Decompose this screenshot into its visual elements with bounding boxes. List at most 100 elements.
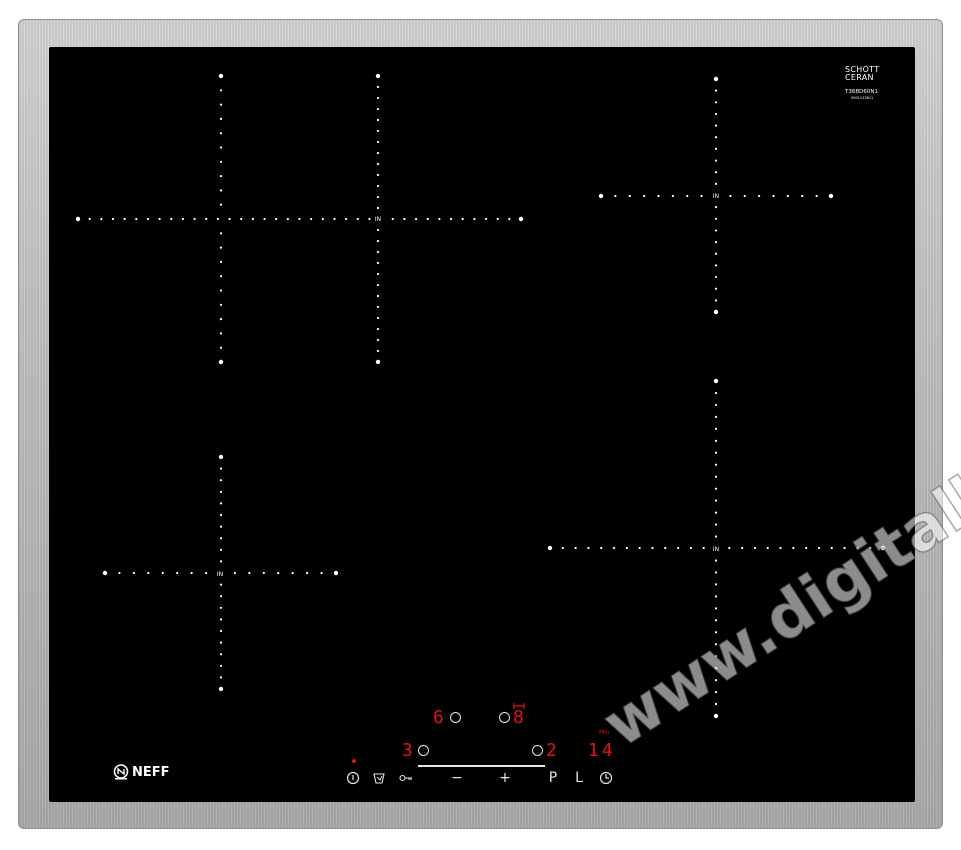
zone-select-front-right[interactable] [532, 745, 543, 756]
zone-dot-bottom-right-v [714, 391, 718, 395]
zone-dot-bottom-right-v [714, 607, 718, 610]
zone-dot-top-left-small [219, 103, 223, 106]
key-lock-icon[interactable] [399, 773, 413, 783]
zone-dot-bottom-left-v [219, 664, 223, 667]
model-number: T36BD60N1 [845, 89, 878, 95]
zone-dot-top-right-v [714, 136, 718, 139]
zone-dot-bottom-right-v [714, 511, 718, 514]
zone-dot-top-right-v [714, 264, 718, 267]
zone-select-front-left[interactable] [450, 712, 461, 723]
zone-dot-top-right-h [786, 194, 789, 198]
zone-dot-top-right-v [714, 217, 718, 220]
zone-dot-bottom-left-v [219, 618, 223, 621]
zone-dot-bottom-right-h [651, 546, 654, 550]
power-level-rear-right: 3 [402, 740, 413, 761]
zone-dot-bottom-right-v [714, 415, 718, 418]
power-level-rear-left: 8 [513, 707, 524, 728]
zone-dot-top-left-h [461, 217, 464, 221]
zone-dot-top-left-h [414, 217, 418, 221]
zone-dot-bottom-right-v [713, 378, 719, 384]
zone-dot-top-left-v [376, 129, 380, 133]
zone-dot-top-left-h [321, 217, 324, 221]
zone-dot-top-left-small [219, 289, 223, 292]
zone-dot-bottom-right-v [714, 655, 718, 658]
zone-dot-bottom-left-h [190, 571, 193, 575]
zone-dot-top-left-small [219, 332, 223, 335]
zone-dot-top-left-v [376, 250, 380, 254]
zone-dot-bottom-right-v [714, 631, 718, 634]
zone-dot-top-right-v [714, 112, 718, 116]
l-button[interactable]: L [573, 771, 585, 785]
neff-emblem-icon [113, 764, 129, 780]
zone-dot-top-left-small [218, 73, 224, 79]
schott-ceran-logo: SCHOTT CERAN [845, 66, 879, 82]
zone-dot-top-right-v [714, 206, 718, 209]
zone-select-rear-left[interactable] [499, 712, 510, 723]
zone-dot-top-right-h [729, 194, 732, 198]
zone-dot-bottom-right-h [805, 546, 808, 550]
zone-dot-top-right-v [714, 124, 718, 127]
zone-dot-bottom-left-v [219, 513, 223, 517]
zone-dot-top-right-h [743, 194, 746, 198]
zone-dot-bottom-left-h [176, 571, 179, 575]
zone-dot-top-right-v [714, 182, 718, 185]
zone-dot-top-left-v [376, 184, 380, 188]
zone-dot-top-left-v [375, 359, 381, 365]
zone-dot-bottom-right-h [766, 546, 769, 550]
zone-dot-bottom-right-h [664, 546, 667, 550]
plus-button[interactable]: + [498, 771, 512, 785]
zone-dot-top-right-h [772, 194, 775, 198]
zone-dot-top-left-small [219, 232, 223, 235]
zone-dot-bottom-left-h [306, 571, 309, 575]
zone-select-rear-right[interactable] [418, 745, 429, 756]
zone-dot-top-left-h [88, 217, 91, 221]
p-button[interactable]: P [547, 771, 559, 785]
zone-dot-top-right-h [801, 194, 804, 198]
zone-dot-bottom-right-h [830, 546, 833, 550]
zone-dot-top-right-h [614, 194, 617, 198]
zone-dot-bottom-right-h [702, 546, 705, 550]
zone-dot-top-left-v [376, 316, 380, 320]
zone-dot-bottom-right-h [612, 546, 616, 550]
boost-icon[interactable] [372, 771, 386, 785]
zone-dot-top-left-small [219, 260, 223, 263]
zone-dot-top-left-h [298, 217, 301, 221]
zone-dot-bottom-right-v [713, 713, 719, 719]
power-icon[interactable] [346, 771, 360, 785]
zone-dot-top-left-small [219, 175, 223, 178]
zone-dot-top-left-v [376, 96, 380, 100]
timer-icon[interactable] [599, 771, 613, 785]
power-slider-track[interactable] [418, 765, 545, 767]
zone-dot-bottom-right-v [714, 439, 718, 442]
zone-dot-top-right-v [714, 101, 718, 104]
zone-dot-top-left-v [376, 85, 380, 89]
zone-dot-top-left-v [376, 294, 380, 298]
zone-dot-top-right-v [714, 229, 718, 232]
timer-display: 14 [588, 740, 616, 761]
zone-dot-bottom-left-v [219, 653, 223, 656]
zone-dot-bottom-right-v [714, 451, 718, 454]
zone-dot-bottom-left-v [219, 537, 223, 540]
minus-button[interactable]: − [450, 771, 464, 785]
zone-dot-bottom-right-h [843, 546, 846, 550]
zone-dot-bottom-right-h [574, 546, 577, 550]
zone-dot-bottom-right-v [714, 643, 718, 646]
zone-dot-top-right-v [714, 89, 718, 92]
zone-dot-top-left-h [123, 217, 126, 221]
zone-dot-top-left-small [219, 275, 223, 278]
zone-dot-bottom-left-v [219, 595, 223, 598]
zone-dot-top-right-v [714, 147, 718, 150]
zone-dot-bottom-left-v [218, 686, 224, 692]
zone-dot-top-left-v [376, 283, 380, 287]
zone-dot-top-left-h [75, 216, 81, 222]
zone-dot-top-left-h [368, 217, 371, 221]
zone-dot-top-left-h [403, 217, 406, 221]
zone-dot-top-left-small [219, 246, 223, 249]
zone-dot-bottom-left-v [219, 676, 223, 679]
zone-dot-top-right-v [714, 159, 718, 162]
zone-dot-top-left-v [376, 173, 380, 177]
zone-dot-bottom-right-v [714, 499, 718, 502]
zone-dot-bottom-right-v [714, 571, 718, 574]
zone-dot-bottom-left-v [219, 629, 223, 633]
zone-dot-bottom-right-h [856, 546, 859, 550]
